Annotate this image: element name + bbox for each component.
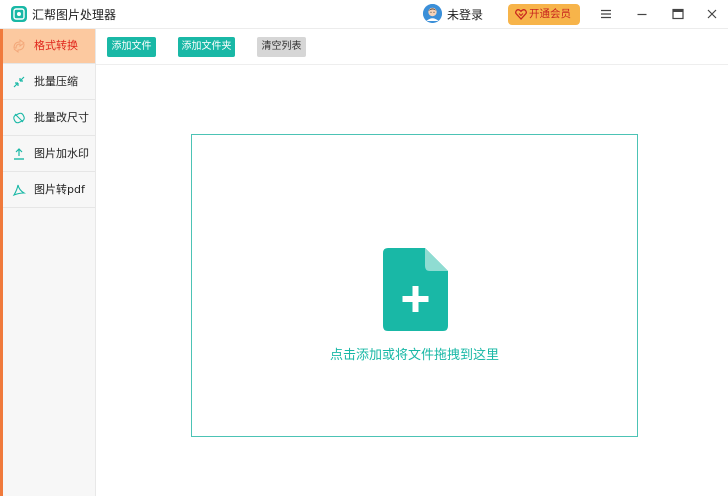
sidebar-item-label: 格式转换 [34,39,78,52]
add-folder-button[interactable]: 添加文件夹 [178,37,235,57]
add-file-button[interactable]: 添加文件 [107,37,156,57]
drop-hint-text: 点击添加或将文件拖拽到这里 [329,348,499,363]
sidebar-item-watermark[interactable]: 图片加水印 [3,137,95,172]
maximize-icon[interactable] [670,6,686,22]
sidebar-item-label: 批量压缩 [34,75,78,88]
compress-icon [13,76,25,88]
sidebar-item-resize[interactable]: 批量改尺寸 [3,101,95,136]
app-logo-icon [11,6,27,22]
pdf-icon [12,184,26,197]
resize-icon [13,112,25,124]
heart-diamond-icon [515,9,527,20]
vip-label: 开通会员 [529,8,571,20]
sidebar-item-format-convert[interactable]: 格式转换 [3,29,95,64]
sidebar-item-label: 图片加水印 [34,147,89,160]
format-convert-icon [13,39,25,53]
sidebar: 格式转换 批量压缩 批量改尺寸 图片加水印 图片转pdf [0,29,96,496]
toolbar: 添加文件 添加文件夹 清空列表 [96,29,728,65]
clear-list-button[interactable]: 清空列表 [257,37,306,57]
sidebar-item-to-pdf[interactable]: 图片转pdf [3,173,95,208]
menu-icon[interactable] [598,6,614,22]
sidebar-item-label: 图片转pdf [34,183,85,196]
sidebar-item-label: 批量改尺寸 [34,111,89,124]
file-drop-zone[interactable]: 点击添加或将文件拖拽到这里 [191,134,638,437]
user-avatar-icon[interactable] [423,4,442,23]
watermark-icon [14,148,24,160]
minimize-icon[interactable] [634,6,650,22]
app-title: 汇帮图片处理器 [32,8,117,22]
close-icon[interactable] [704,6,720,22]
file-add-icon [383,248,448,331]
login-status-link[interactable]: 未登录 [447,7,483,23]
vip-button[interactable]: 开通会员 [508,4,580,25]
title-bar: 汇帮图片处理器 未登录 开通会员 [0,0,728,29]
sidebar-item-compress[interactable]: 批量压缩 [3,65,95,100]
